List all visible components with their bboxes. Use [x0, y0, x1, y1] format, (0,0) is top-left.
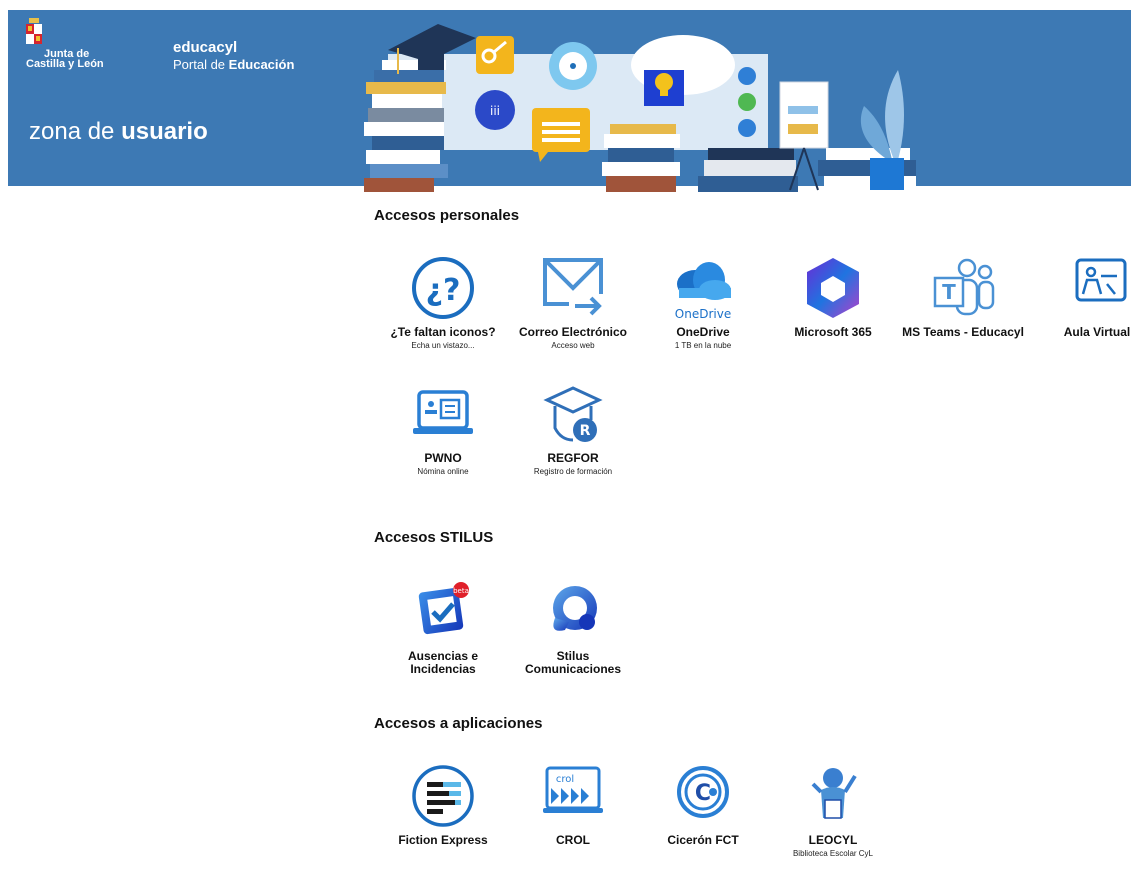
- tile-label: MS Teams - Educacyl: [902, 325, 1024, 339]
- onedrive-icon: OneDrive: [675, 262, 731, 321]
- educacyl-brand[interactable]: educacyl: [173, 39, 237, 56]
- tile-label: LEOCYL: [808, 833, 858, 847]
- tile-sub: Echa un vistazo...: [411, 341, 475, 350]
- portal-prefix: Portal de: [173, 57, 229, 72]
- svg-text:iii: iii: [490, 104, 500, 118]
- tile-label: REGFOR: [547, 451, 599, 465]
- tile-crol[interactable]: crol CROL: [508, 762, 638, 847]
- stilus-comunicaciones-icon: [553, 586, 597, 631]
- onedrive-icon-text: OneDrive: [675, 307, 731, 321]
- tile-label-line2: Comunicaciones: [524, 662, 622, 676]
- beta-badge: beta: [453, 587, 469, 595]
- tile-sub: Acceso web: [551, 341, 595, 350]
- crol-icon: crol: [543, 766, 603, 813]
- page-title: zona de usuario: [29, 118, 208, 146]
- tile-sub: Biblioteca Escolar CyL: [792, 849, 874, 858]
- books-left: [364, 60, 448, 192]
- tile-label: CROL: [556, 833, 590, 847]
- tile-stilus-comunicaciones[interactable]: Stilus Comunicaciones: [508, 578, 638, 676]
- fiction-express-icon: [412, 765, 474, 827]
- tile-label: ¿Te faltan iconos?: [390, 325, 496, 339]
- tile-correo[interactable]: Correo Electrónico Acceso web: [508, 254, 638, 350]
- junta-text-line2: Castilla y León: [26, 58, 104, 70]
- regfor-icon: R: [543, 386, 603, 442]
- zona-prefix: zona de: [29, 118, 122, 145]
- mail-icon: [543, 258, 603, 316]
- tile-label: Correo Electrónico: [518, 325, 628, 339]
- microsoft365-icon: [807, 258, 859, 318]
- tile-ms-teams[interactable]: T MS Teams - Educacyl: [898, 254, 1028, 339]
- svg-text:R: R: [580, 423, 591, 439]
- portal-subtitle: Portal de Educación: [173, 57, 294, 72]
- aula-virtual-icon: [1075, 258, 1127, 302]
- education-banner-illustration: iii: [364, 24, 916, 192]
- svg-text:¿?: ¿?: [426, 273, 461, 308]
- tile-sub: Registro de formación: [533, 467, 613, 476]
- tile-label: Cicerón FCT: [667, 833, 739, 847]
- ausencias-icon: beta: [418, 582, 469, 635]
- tile-label: Aula Virtual: [1063, 325, 1131, 339]
- svg-text:C: C: [695, 781, 711, 806]
- coat-of-arms-icon: [26, 18, 42, 44]
- tile-label: Fiction Express: [398, 833, 488, 847]
- section-title-stilus: Accesos STILUS: [374, 529, 494, 546]
- tile-aula-virtual[interactable]: Aula Virtual: [1032, 254, 1131, 339]
- tile-onedrive[interactable]: OneDrive OneDrive 1 TB en la nube: [638, 254, 768, 350]
- crol-icon-text: crol: [556, 774, 574, 785]
- tile-sub: 1 TB en la nube: [674, 341, 732, 350]
- tile-ciceron-fct[interactable]: C Cicerón FCT: [638, 762, 768, 847]
- tile-regfor[interactable]: R REGFOR Registro de formación: [508, 380, 638, 476]
- tile-label: OneDrive: [676, 325, 730, 339]
- svg-text:T: T: [942, 280, 956, 304]
- tile-pwno[interactable]: PWNO Nómina online: [378, 380, 508, 476]
- ciceron-icon: C: [677, 766, 729, 818]
- teams-icon: T: [933, 258, 995, 316]
- site-header: Junta de Castilla y León educacyl Portal…: [8, 10, 1131, 192]
- pwno-icon: [413, 390, 473, 434]
- tile-label: PWNO: [424, 451, 462, 465]
- zona-bold: usuario: [121, 118, 208, 145]
- leocyl-icon: [811, 768, 857, 819]
- tile-sub: Nómina online: [417, 467, 469, 476]
- tile-microsoft-365[interactable]: Microsoft 365: [768, 254, 898, 339]
- tile-fiction-express[interactable]: Fiction Express: [378, 762, 508, 847]
- portal-bold: Educación: [228, 57, 295, 72]
- question-icon: ¿?: [412, 257, 474, 319]
- tile-ausencias[interactable]: beta Ausencias e Incidencias: [378, 578, 508, 676]
- tile-leocyl[interactable]: LEOCYL Biblioteca Escolar CyL: [768, 762, 898, 858]
- section-title-personales: Accesos personales: [374, 207, 520, 224]
- tile-faltan-iconos[interactable]: ¿? ¿Te faltan iconos? Echa un vistazo...: [378, 254, 508, 350]
- tile-label: Microsoft 365: [794, 325, 872, 339]
- tile-label-line2: Incidencias: [410, 662, 476, 676]
- section-title-aplicaciones: Accesos a aplicaciones: [374, 715, 543, 732]
